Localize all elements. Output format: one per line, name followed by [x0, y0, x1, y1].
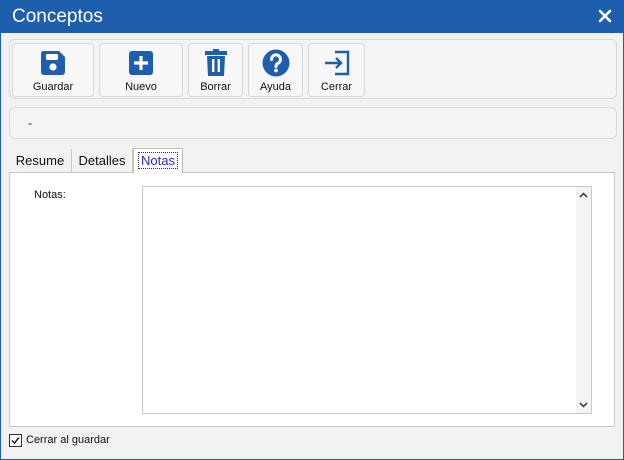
checkmark-icon [11, 436, 20, 444]
new-button[interactable]: Nuevo [99, 43, 183, 97]
scroll-down-button[interactable] [576, 397, 591, 413]
save-label: Guardar [32, 81, 74, 93]
help-label: Ayuda [260, 81, 291, 93]
plus-icon [129, 51, 153, 75]
exit-button[interactable]: Cerrar [308, 43, 365, 97]
notes-panel: Notas: [9, 172, 615, 427]
trash-icon [204, 49, 227, 76]
title-bar: Conceptos [1, 1, 623, 33]
help-button[interactable]: Ayuda [248, 43, 303, 97]
help-icon [262, 49, 289, 77]
close-on-save-checkbox[interactable] [9, 433, 22, 447]
chevron-up-icon [579, 192, 588, 198]
info-bar: - [9, 107, 617, 139]
delete-label: Borrar [200, 81, 231, 93]
tab-notas-label: Notas [138, 152, 178, 169]
delete-button[interactable]: Borrar [188, 43, 243, 97]
notes-scrollbar[interactable] [576, 187, 591, 413]
notes-label: Notas: [34, 189, 66, 201]
chevron-down-icon [579, 402, 588, 408]
conceptos-window: Conceptos Guardar Nuevo Borrar Ayuda Cer… [0, 0, 624, 460]
toolbar: Guardar Nuevo Borrar Ayuda Cerrar [9, 39, 617, 99]
footer: Cerrar al guardar [9, 432, 110, 448]
close-button[interactable] [595, 5, 615, 27]
tab-detalles-label: Detalles [78, 153, 126, 168]
tab-resume[interactable]: Resume [9, 149, 72, 172]
save-button[interactable]: Guardar [12, 43, 94, 97]
exit-icon [324, 50, 349, 76]
close-on-save-label: Cerrar al guardar [26, 434, 110, 446]
window-title: Conceptos [12, 6, 103, 27]
exit-label: Cerrar [320, 81, 353, 93]
save-icon [40, 51, 65, 75]
new-label: Nuevo [125, 81, 157, 93]
tab-detalles[interactable]: Detalles [72, 149, 133, 172]
scroll-up-button[interactable] [576, 187, 591, 203]
notes-textarea[interactable] [142, 186, 592, 414]
close-icon [598, 9, 612, 23]
tab-notas[interactable]: Notas [133, 148, 183, 173]
info-text: - [28, 116, 32, 130]
tab-resume-label: Resume [15, 153, 65, 168]
